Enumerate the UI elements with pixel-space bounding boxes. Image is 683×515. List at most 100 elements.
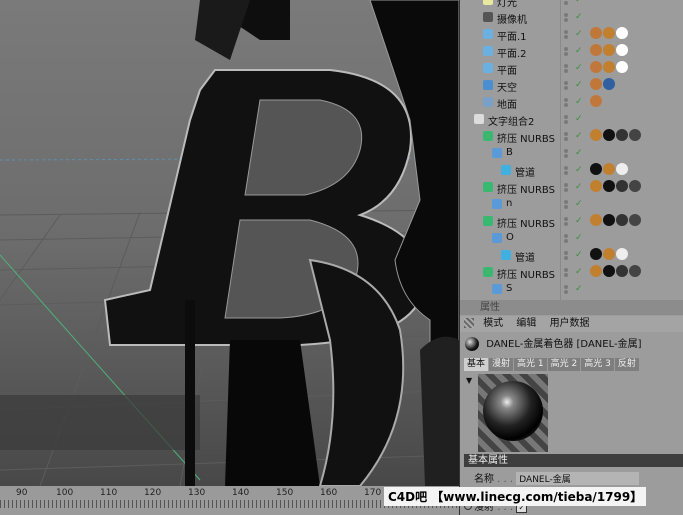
visibility-dots[interactable] [564,250,572,262]
material-tag-icon[interactable] [616,61,628,73]
visibility-dots[interactable] [564,216,572,228]
visibility-dots[interactable] [564,165,572,177]
visibility-dots[interactable] [564,284,572,296]
object-name[interactable]: 挤压 NURBS [497,130,555,145]
object-row[interactable]: 管道 ✓ [460,162,683,179]
enable-check-icon[interactable]: ✓ [575,46,583,56]
tab-reflection[interactable]: 反射 [614,358,639,371]
material-preview[interactable] [478,374,548,452]
object-row[interactable]: 挤压 NURBS ✓ [460,264,683,281]
object-row[interactable]: 挤压 NURBS ✓ [460,179,683,196]
material-tag-icon[interactable] [603,78,615,90]
material-tag-icon[interactable] [603,248,615,260]
material-tag-icon[interactable] [590,61,602,73]
material-tag-icon[interactable] [603,214,615,226]
material-tag-icon[interactable] [616,214,628,226]
object-row[interactable]: B ✓ [460,145,683,162]
menu-mode[interactable]: 模式 [483,318,503,329]
material-tag-icon[interactable] [603,180,615,192]
material-tag-icon[interactable] [616,163,628,175]
object-name[interactable]: 地面 [497,96,517,111]
enable-check-icon[interactable]: ✓ [575,267,583,277]
object-row[interactable]: 摄像机 ✓ [460,9,683,26]
visibility-dots[interactable] [564,114,572,126]
enable-check-icon[interactable]: ✓ [575,131,583,141]
visibility-dots[interactable] [564,233,572,245]
tab-diffuse[interactable]: 漫射 [489,358,514,371]
object-row[interactable]: 灯光 ✓ [460,0,683,9]
enable-check-icon[interactable]: ✓ [575,250,583,260]
enable-check-icon[interactable]: ✓ [575,148,583,158]
object-row[interactable]: S ✓ [460,281,683,298]
material-tag-icon[interactable] [616,44,628,56]
object-row[interactable]: 平面 ✓ [460,60,683,77]
material-tag-icon[interactable] [590,265,602,277]
preview-expand-icon[interactable]: ▼ [466,376,472,385]
object-name[interactable]: 天空 [497,79,517,94]
enable-check-icon[interactable]: ✓ [575,182,583,192]
object-row[interactable]: 天空 ✓ [460,77,683,94]
material-tag-icon[interactable] [616,129,628,141]
tab-specular-2[interactable]: 高光 2 [547,358,581,371]
material-tag-icon[interactable] [590,163,602,175]
material-tag-icon[interactable] [590,214,602,226]
visibility-dots[interactable] [564,0,572,7]
material-tag-icon[interactable] [603,129,615,141]
material-tag-icon[interactable] [603,163,615,175]
attributes-manager[interactable]: 属性 模式 编辑 用户数据 DANEL-金属着色器 [DANEL-金属] 基本漫… [459,300,683,515]
object-row[interactable]: O ✓ [460,230,683,247]
object-name[interactable]: 挤压 NURBS [497,181,555,196]
material-tag-icon[interactable] [629,180,641,192]
material-tag-icon[interactable] [590,129,602,141]
material-tag-icon[interactable] [629,214,641,226]
enable-check-icon[interactable]: ✓ [575,97,583,107]
enable-check-icon[interactable]: ✓ [575,199,583,209]
object-name[interactable]: S [506,283,512,294]
object-name[interactable]: O [506,232,514,243]
basic-properties-section[interactable]: 基本属性 [464,454,683,467]
enable-check-icon[interactable]: ✓ [575,165,583,175]
enable-check-icon[interactable]: ✓ [575,284,583,294]
enable-check-icon[interactable]: ✓ [575,114,583,124]
material-tag-icon[interactable] [629,265,641,277]
object-name[interactable]: 平面 [497,62,517,77]
object-name[interactable]: 文字组合2 [488,113,534,128]
visibility-dots[interactable] [564,148,572,160]
material-tag-icon[interactable] [629,129,641,141]
material-tag-icon[interactable] [590,27,602,39]
enable-check-icon[interactable]: ✓ [575,63,583,73]
object-row[interactable]: n ✓ [460,196,683,213]
visibility-dots[interactable] [564,131,572,143]
material-tag-icon[interactable] [616,265,628,277]
visibility-dots[interactable] [564,29,572,41]
material-tag-icon[interactable] [616,248,628,260]
material-tag-icon[interactable] [616,27,628,39]
visibility-dots[interactable] [564,97,572,109]
visibility-dots[interactable] [564,12,572,24]
menu-edit[interactable]: 编辑 [516,318,536,329]
object-name[interactable]: 灯光 [497,0,517,9]
object-name[interactable]: B [506,147,513,158]
visibility-dots[interactable] [564,46,572,58]
object-name[interactable]: 平面.2 [497,45,527,60]
visibility-dots[interactable] [564,199,572,211]
object-row[interactable]: 地面 ✓ [460,94,683,111]
enable-check-icon[interactable]: ✓ [575,0,583,5]
object-row[interactable]: 平面.1 ✓ [460,26,683,43]
object-name[interactable]: 平面.1 [497,28,527,43]
object-name[interactable]: 管道 [515,249,535,264]
visibility-dots[interactable] [564,267,572,279]
object-manager[interactable]: 灯光 ✓ 摄像机 ✓ 平面.1 ✓ 平面.2 ✓ 平面 ✓ 天空 ✓ 地面 ✓ 文字组合2 ✓ 挤压 NURBS… [459,0,683,300]
material-tag-icon[interactable] [590,180,602,192]
object-name[interactable]: 摄像机 [497,11,527,26]
menu-user-data[interactable]: 用户数据 [550,318,590,329]
visibility-dots[interactable] [564,80,572,92]
3d-viewport[interactable] [0,0,459,486]
object-row[interactable]: 挤压 NURBS ✓ [460,128,683,145]
name-value[interactable]: DANEL-金属 [516,472,640,485]
object-name[interactable]: 挤压 NURBS [497,266,555,281]
object-name[interactable]: n [506,198,512,209]
enable-check-icon[interactable]: ✓ [575,29,583,39]
material-tag-icon[interactable] [603,265,615,277]
material-tag-icon[interactable] [590,78,602,90]
